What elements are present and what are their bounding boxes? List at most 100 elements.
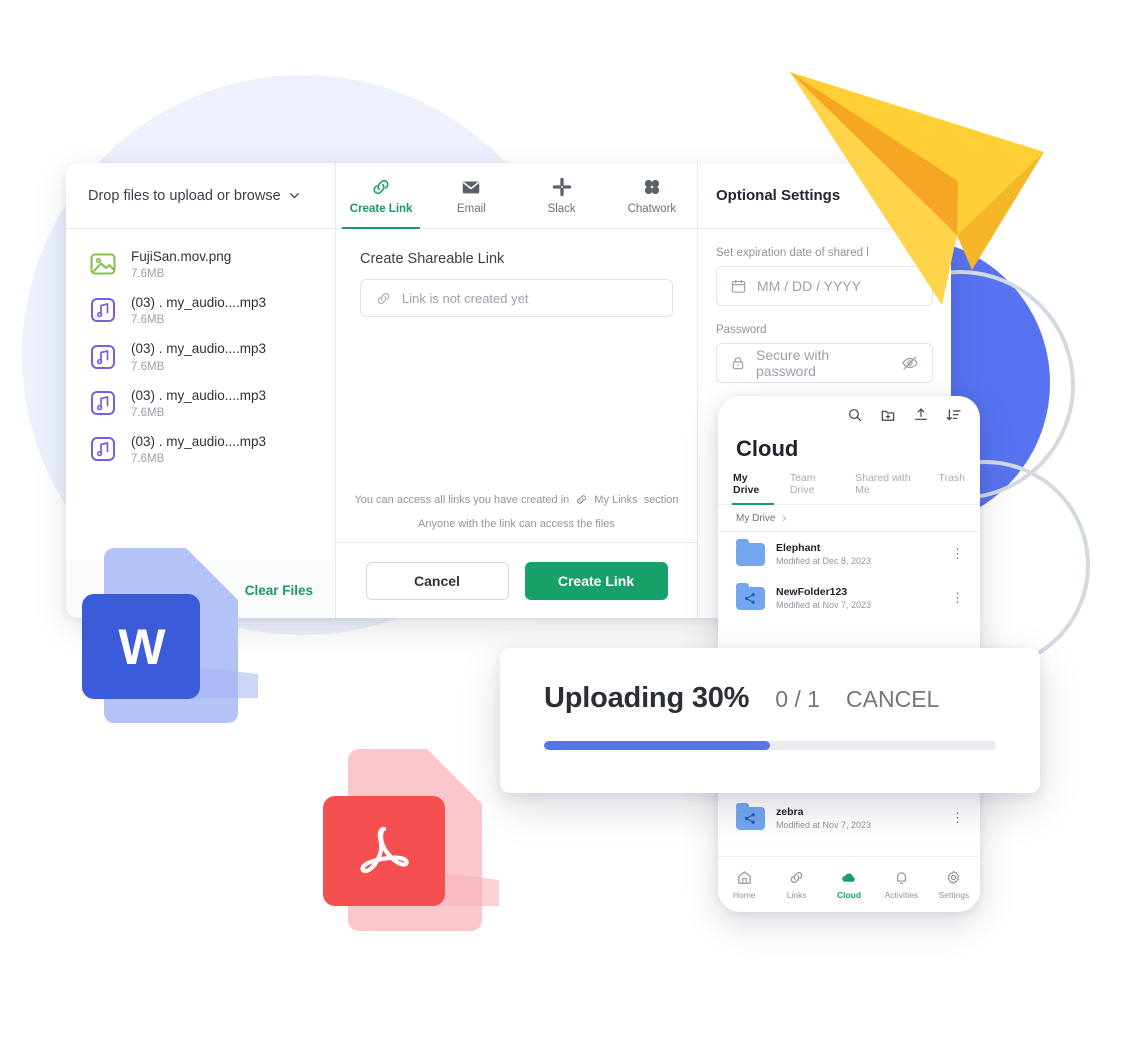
shared-folder-icon	[736, 802, 765, 830]
upload-header: Uploading 30% 0 / 1 CANCEL	[544, 682, 996, 715]
new-folder-icon[interactable]	[880, 407, 896, 423]
share-body: Create Shareable Link Link is not create…	[336, 229, 697, 493]
tab-trash[interactable]: Trash	[938, 472, 966, 504]
audio-file-icon	[91, 344, 115, 369]
lock-icon	[732, 357, 744, 370]
kebab-menu-icon[interactable]: ⋮	[951, 547, 964, 561]
share-pane: Create Link Email Slack Chatwork Create …	[336, 163, 698, 618]
search-icon[interactable]	[847, 407, 863, 423]
tab-shared-with-me[interactable]: Shared with Me	[854, 472, 922, 504]
home-icon	[737, 871, 751, 884]
image-file-icon	[90, 253, 116, 275]
tab-slack[interactable]: Slack	[517, 163, 607, 228]
my-links-note-suffix: section	[643, 493, 679, 506]
chevron-right-icon	[783, 515, 787, 521]
item-meta: Modified at Nov 7, 2023	[776, 820, 872, 830]
share-glyph-icon	[744, 812, 755, 824]
folder-icon	[736, 538, 765, 566]
file-size: 7.6MB	[131, 453, 165, 466]
link-icon	[377, 292, 390, 304]
breadcrumb: My Drive	[718, 505, 980, 532]
mobile-tabs: My Drive Team Drive Shared with Me Trash	[718, 472, 980, 505]
word-document-icon: W	[82, 548, 258, 733]
share-link-input[interactable]: Link is not created yet	[360, 279, 673, 317]
upload-title: Uploading 30%	[544, 682, 750, 714]
nav-item-activities[interactable]: Activities	[875, 869, 927, 900]
link-access-note: Anyone with the link can access the file…	[418, 518, 615, 530]
paper-plane-icon	[790, 72, 1044, 305]
audio-file-icon	[91, 298, 115, 323]
audio-file-icon	[91, 436, 115, 461]
tab-team-drive[interactable]: Team Drive	[789, 472, 839, 504]
tab-label: Create Link	[349, 203, 413, 215]
nav-item-settings[interactable]: Settings	[928, 869, 980, 900]
item-meta: Modified at Nov 7, 2023	[776, 600, 872, 610]
link-icon	[370, 176, 392, 198]
tab-my-drive[interactable]: My Drive	[732, 472, 774, 505]
upload-icon[interactable]	[913, 407, 929, 423]
file-name: FujiSan.mov.png	[131, 249, 232, 264]
nav-label: Activities	[884, 890, 919, 900]
tab-label: Email	[456, 203, 486, 215]
file-list: FujiSan.mov.png 7.6MB (03) . my_audio...…	[66, 229, 335, 562]
file-name: (03) . my_audio....mp3	[131, 387, 267, 403]
list-item[interactable]: zebra Modified at Nov 7, 2023 ⋮	[718, 796, 980, 840]
word-letter: W	[118, 618, 165, 675]
gear-icon	[947, 870, 960, 885]
eye-off-icon[interactable]	[901, 354, 919, 372]
list-item[interactable]: FujiSan.mov.png 7.6MB	[66, 241, 335, 287]
list-item[interactable]: (03) . my_audio....mp3 7.6MB	[66, 333, 335, 379]
nav-label: Home	[732, 890, 756, 900]
tab-create-link[interactable]: Create Link	[336, 163, 426, 229]
breadcrumb-item[interactable]: My Drive	[736, 513, 775, 524]
kebab-menu-icon[interactable]: ⋮	[951, 591, 964, 605]
shared-folder-icon	[736, 582, 765, 610]
mobile-app-title: Cloud	[736, 436, 799, 461]
file-size: 7.6MB	[131, 406, 165, 419]
tab-email[interactable]: Email	[426, 163, 516, 228]
kebab-menu-icon[interactable]: ⋮	[951, 811, 964, 825]
chevron-down-icon	[289, 193, 299, 199]
share-tabs: Create Link Email Slack Chatwork	[336, 163, 697, 229]
list-item[interactable]: (03) . my_audio....mp3 7.6MB	[66, 380, 335, 426]
upload-cancel-button[interactable]: CANCEL	[846, 686, 939, 713]
tab-label: Chatwork	[627, 203, 677, 215]
sort-icon[interactable]	[946, 407, 962, 423]
calendar-icon	[731, 279, 746, 293]
file-size: 7.6MB	[131, 314, 165, 327]
nav-item-home[interactable]: Home	[718, 869, 770, 900]
tab-label: Slack	[547, 203, 576, 215]
drop-files-header[interactable]: Drop files to upload or browse	[66, 163, 335, 229]
share-link-placeholder: Link is not created yet	[402, 290, 529, 306]
nav-item-links[interactable]: Links	[770, 869, 822, 900]
cancel-button[interactable]: Cancel	[365, 561, 509, 600]
list-item[interactable]: NewFolder123 Modified at Nov 7, 2023 ⋮	[718, 576, 980, 620]
tab-chatwork[interactable]: Chatwork	[607, 163, 697, 228]
link-icon	[577, 495, 587, 504]
share-notes: You can access all links you have create…	[336, 493, 697, 542]
create-link-button[interactable]: Create Link	[524, 561, 668, 600]
password-placeholder: Secure with password	[756, 347, 830, 379]
upload-progress-track	[544, 741, 996, 750]
item-name: NewFolder123	[776, 586, 848, 598]
dialog-actions: Cancel Create Link	[336, 542, 697, 618]
my-links-note-prefix: You can access all links you have create…	[354, 493, 570, 506]
envelope-icon	[460, 176, 482, 198]
share-glyph-icon	[744, 592, 755, 604]
nav-label: Cloud	[836, 890, 862, 900]
list-item[interactable]: Elephant Modified at Dec 8, 2023 ⋮	[718, 532, 980, 576]
pdf-document-icon	[323, 748, 499, 943]
nav-item-cloud[interactable]: Cloud	[823, 869, 875, 900]
upload-progress-fill	[544, 741, 770, 750]
drop-files-label: Drop files to upload or browse	[88, 187, 281, 204]
list-item[interactable]: (03) . my_audio....mp3 7.6MB	[66, 426, 335, 472]
my-links-link[interactable]: My Links	[594, 494, 637, 506]
file-name: (03) . my_audio....mp3	[131, 295, 267, 311]
list-item[interactable]: (03) . my_audio....mp3 7.6MB	[66, 287, 335, 333]
acrobat-glyph-icon	[360, 826, 409, 874]
item-name: Elephant	[776, 542, 821, 554]
file-name: (03) . my_audio....mp3	[131, 341, 267, 357]
my-links-note: You can access all links you have create…	[354, 493, 679, 506]
cloud-icon	[842, 873, 855, 882]
upload-count: 0 / 1	[775, 686, 821, 712]
